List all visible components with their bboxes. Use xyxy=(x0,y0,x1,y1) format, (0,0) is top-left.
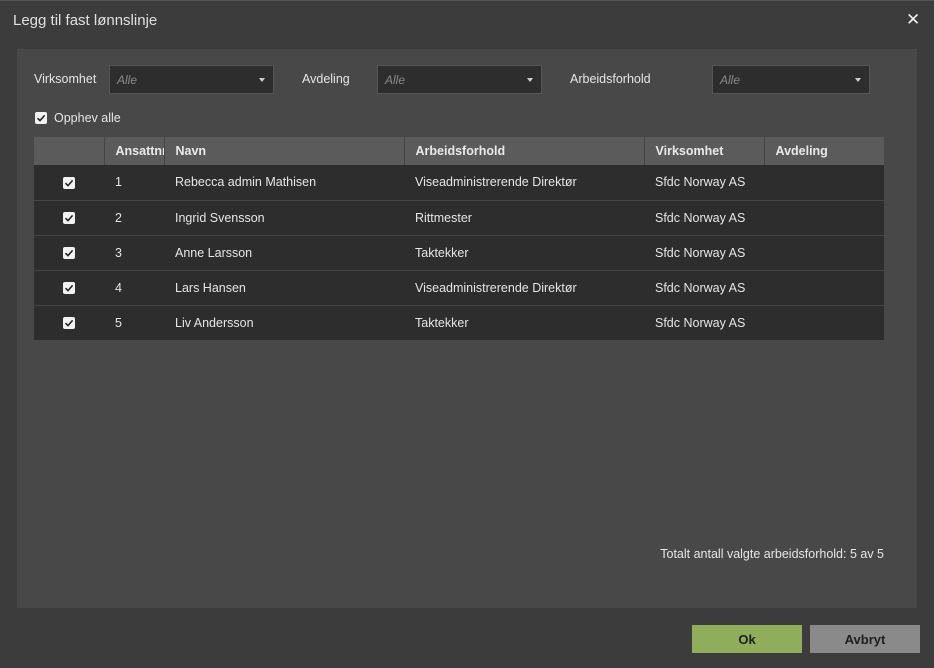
arbeidsforhold-select[interactable]: Alle xyxy=(712,65,870,94)
filter-label-avdeling: Avdeling xyxy=(302,72,350,86)
cell-virksomhet: Sfdc Norway AS xyxy=(644,305,764,340)
row-checkbox-cell xyxy=(34,270,104,306)
cell-arbeidsforhold: Viseadministrerende Direktør xyxy=(404,165,644,201)
arbeidsforhold-select-value: Alle xyxy=(720,73,741,87)
column-header-arbeidsforhold[interactable]: Arbeidsforhold xyxy=(404,137,645,165)
column-header-navn[interactable]: Navn xyxy=(164,137,405,165)
cell-navn: Ingrid Svensson xyxy=(164,200,404,236)
filter-label-arbeidsforhold: Arbeidsforhold xyxy=(570,72,651,86)
cancel-button[interactable]: Avbryt xyxy=(810,625,920,653)
cell-virksomhet: Sfdc Norway AS xyxy=(644,235,764,271)
row-checkbox-cell xyxy=(34,235,104,271)
cell-avdeling xyxy=(764,165,884,201)
dialog-title: Legg til fast lønnslinje xyxy=(13,12,158,29)
close-icon[interactable]: ✕ xyxy=(906,11,920,28)
check-icon[interactable] xyxy=(63,282,75,295)
cell-ansattnr: 2 xyxy=(104,200,164,236)
virksomhet-select-value: Alle xyxy=(117,73,138,87)
table-row[interactable]: 5 Liv Andersson Taktekker Sfdc Norway AS xyxy=(34,305,884,340)
cell-arbeidsforhold: Taktekker xyxy=(404,305,644,340)
cell-navn: Liv Andersson xyxy=(164,305,404,340)
check-icon[interactable] xyxy=(63,176,75,189)
check-icon[interactable] xyxy=(63,317,75,330)
avdeling-select[interactable]: Alle xyxy=(377,65,542,94)
column-header-avdeling[interactable]: Avdeling xyxy=(764,137,884,165)
cell-avdeling xyxy=(764,270,884,306)
column-header-ansattnr[interactable]: Ansattnr xyxy=(104,137,165,165)
cell-avdeling xyxy=(764,235,884,271)
caret-down-icon xyxy=(527,78,533,82)
cell-arbeidsforhold: Rittmester xyxy=(404,200,644,236)
cell-arbeidsforhold: Taktekker xyxy=(404,235,644,271)
cell-avdeling xyxy=(764,200,884,236)
check-icon[interactable] xyxy=(63,212,75,225)
toggle-all-checkbox[interactable]: Opphev alle xyxy=(35,111,121,125)
column-header-virksomhet[interactable]: Virksomhet xyxy=(644,137,765,165)
cell-virksomhet: Sfdc Norway AS xyxy=(644,165,764,201)
selected-total: Totalt antall valgte arbeidsforhold: 5 a… xyxy=(660,547,884,561)
check-icon[interactable] xyxy=(35,112,47,124)
cell-navn: Anne Larsson xyxy=(164,235,404,271)
cell-ansattnr: 5 xyxy=(104,305,164,340)
ok-button[interactable]: Ok xyxy=(692,625,802,653)
cell-navn: Lars Hansen xyxy=(164,270,404,306)
row-checkbox-cell xyxy=(34,305,104,340)
virksomhet-select[interactable]: Alle xyxy=(109,65,274,94)
column-header-select xyxy=(34,137,105,165)
row-checkbox-cell xyxy=(34,165,104,201)
dialog-content: Virksomhet Alle Avdeling Alle Arbeidsfor… xyxy=(17,49,917,608)
cell-navn: Rebecca admin Mathisen xyxy=(164,165,404,201)
row-checkbox-cell xyxy=(34,200,104,236)
cell-virksomhet: Sfdc Norway AS xyxy=(644,270,764,306)
table-row[interactable]: 3 Anne Larsson Taktekker Sfdc Norway AS xyxy=(34,235,884,271)
table-row[interactable]: 2 Ingrid Svensson Rittmester Sfdc Norway… xyxy=(34,200,884,236)
employment-table: Ansattnr Navn Arbeidsforhold Virksomhet … xyxy=(34,137,884,340)
check-icon[interactable] xyxy=(63,247,75,260)
cell-arbeidsforhold: Viseadministrerende Direktør xyxy=(404,270,644,306)
toggle-all-label: Opphev alle xyxy=(54,111,121,125)
caret-down-icon xyxy=(855,78,861,82)
cell-avdeling xyxy=(764,305,884,340)
caret-down-icon xyxy=(259,78,265,82)
cell-ansattnr: 1 xyxy=(104,165,164,201)
table-row[interactable]: 4 Lars Hansen Viseadministrerende Direkt… xyxy=(34,270,884,306)
dialog-titlebar: Legg til fast lønnslinje ✕ xyxy=(0,0,934,40)
cell-virksomhet: Sfdc Norway AS xyxy=(644,200,764,236)
avdeling-select-value: Alle xyxy=(385,73,406,87)
table-header-row: Ansattnr Navn Arbeidsforhold Virksomhet … xyxy=(34,137,884,165)
filter-label-virksomhet: Virksomhet xyxy=(34,72,97,86)
cell-ansattnr: 4 xyxy=(104,270,164,306)
table-row[interactable]: 1 Rebecca admin Mathisen Viseadministrer… xyxy=(34,165,884,201)
cell-ansattnr: 3 xyxy=(104,235,164,271)
